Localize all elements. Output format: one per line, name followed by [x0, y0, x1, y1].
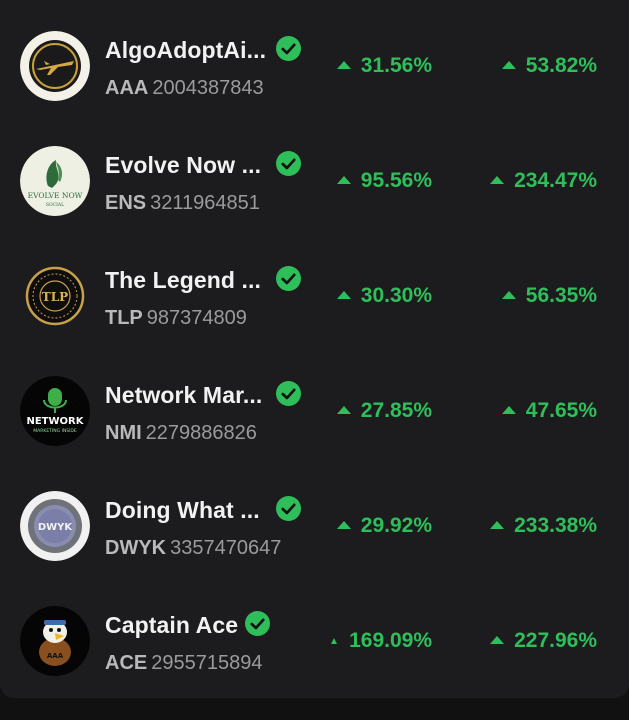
change-1: 31.56% — [336, 54, 432, 78]
asset-list-panel: AlgoAdoptAi... AAA 2004387843 31.56% 53.8… — [0, 0, 629, 698]
change-1-value: 169.09% — [349, 629, 432, 652]
asset-id: 2004387843 — [152, 77, 264, 99]
up-arrow-icon — [490, 176, 505, 184]
change-2: 53.82% — [501, 54, 597, 78]
change-2-value: 47.65% — [525, 399, 597, 422]
asset-name: Network Mar... — [105, 382, 263, 408]
asset-id: 987374809 — [146, 307, 247, 329]
change-1: 29.92% — [336, 514, 432, 538]
change-2-value: 234.47% — [514, 169, 597, 192]
asset-subtitle: TLP 987374809 — [105, 307, 247, 330]
change-2: 47.65% — [501, 399, 597, 423]
up-arrow-icon — [490, 521, 505, 529]
verified-check-icon — [276, 381, 301, 406]
change-1-value: 30.30% — [360, 284, 432, 307]
asset-ticker: TLP — [105, 307, 143, 329]
asset-subtitle: AAA 2004387843 — [105, 77, 264, 100]
up-arrow-icon — [501, 61, 516, 69]
up-arrow-icon — [336, 291, 351, 299]
asset-id: 3211964851 — [150, 192, 260, 214]
up-arrow-icon — [331, 638, 338, 644]
logo-subtext: SOCIAL — [46, 202, 64, 208]
asset-id: 3357470647 — [170, 537, 282, 559]
change-2-value: 233.38% — [514, 514, 597, 537]
change-2: 227.96% — [490, 629, 597, 653]
change-1: 169.09% — [331, 629, 432, 653]
change-1-value: 27.85% — [360, 399, 432, 422]
change-1-value: 29.92% — [360, 514, 432, 537]
tlp-gold-coin-logo: TLP — [20, 261, 90, 331]
up-arrow-icon — [501, 406, 516, 414]
asset-ticker: AAA — [105, 77, 149, 99]
asset-ticker: ACE — [105, 652, 148, 674]
asset-row[interactable]: TLP The Legend ... TLP 987374809 30.30% 5… — [0, 238, 629, 353]
asset-ticker: ENS — [105, 192, 147, 214]
verified-check-icon — [276, 151, 301, 176]
aaa-airplane-logo — [20, 31, 90, 101]
asset-subtitle: NMI 2279886826 — [105, 422, 257, 445]
change-1: 30.30% — [336, 284, 432, 308]
logo-text: AAA — [47, 652, 64, 660]
evolve-now-social-logo: EVOLVE NOW SOCIAL — [20, 146, 90, 216]
asset-name: Doing What ... — [105, 497, 260, 523]
up-arrow-icon — [336, 521, 351, 529]
asset-row[interactable]: DWYK Doing What ... DWYK 3357470647 29.92… — [0, 468, 629, 583]
change-2: 234.47% — [490, 169, 597, 193]
asset-id: 2279886826 — [145, 422, 257, 444]
asset-name: Evolve Now ... — [105, 152, 262, 178]
logo-text: TLP — [42, 290, 68, 304]
verified-check-icon — [276, 266, 301, 291]
up-arrow-icon — [336, 406, 351, 414]
asset-ticker: DWYK — [105, 537, 167, 559]
up-arrow-icon — [490, 636, 505, 644]
captain-ace-eagle-logo: AAA — [20, 606, 90, 676]
asset-subtitle: ENS 3211964851 — [105, 192, 260, 215]
dwyk-coin-logo: DWYK — [20, 491, 90, 561]
change-2-value: 53.82% — [525, 54, 597, 77]
change-1: 27.85% — [336, 399, 432, 423]
asset-row[interactable]: EVOLVE NOW SOCIAL Evolve Now ... ENS 3211… — [0, 123, 629, 238]
change-1-value: 95.56% — [360, 169, 432, 192]
verified-check-icon — [245, 611, 270, 636]
up-arrow-icon — [501, 291, 516, 299]
change-2: 56.35% — [501, 284, 597, 308]
asset-id: 2955715894 — [151, 652, 263, 674]
logo-text: DWYK — [38, 522, 74, 533]
change-2-value: 56.35% — [525, 284, 597, 307]
asset-row[interactable]: AlgoAdoptAi... AAA 2004387843 31.56% 53.8… — [0, 8, 629, 123]
up-arrow-icon — [336, 176, 351, 184]
asset-subtitle: DWYK 3357470647 — [105, 537, 281, 560]
up-arrow-icon — [336, 61, 351, 69]
logo-subtext: MARKETING INSIDE — [33, 428, 77, 434]
change-1-value: 31.56% — [360, 54, 432, 77]
asset-name: Captain Ace — [105, 612, 239, 638]
network-marketing-inside-logo: NETWORK MARKETING INSIDE — [20, 376, 90, 446]
asset-name: The Legend ... — [105, 267, 262, 293]
asset-row[interactable]: AAA Captain Ace ACE 2955715894 169.09% 22… — [0, 583, 629, 698]
asset-name: AlgoAdoptAi... — [105, 37, 267, 63]
verified-check-icon — [276, 496, 301, 521]
asset-subtitle: ACE 2955715894 — [105, 652, 262, 675]
verified-check-icon — [276, 36, 301, 61]
asset-ticker: NMI — [105, 422, 142, 444]
change-2: 233.38% — [490, 514, 597, 538]
change-2-value: 227.96% — [514, 629, 597, 652]
asset-row[interactable]: NETWORK MARKETING INSIDE Network Mar... … — [0, 353, 629, 468]
logo-text: EVOLVE NOW — [28, 191, 83, 200]
change-1: 95.56% — [336, 169, 432, 193]
logo-text: NETWORK — [26, 416, 84, 427]
